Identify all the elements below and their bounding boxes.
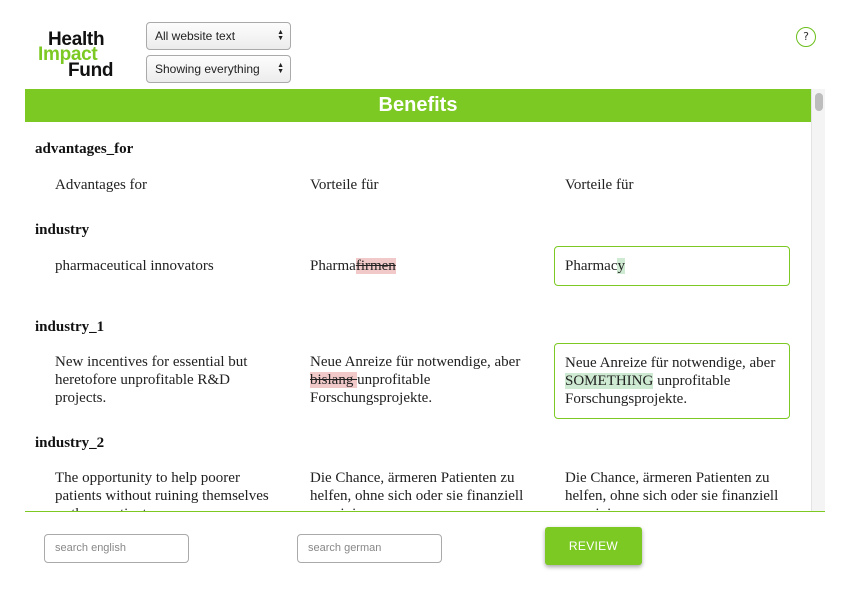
scrollbar[interactable] [811, 89, 825, 511]
select-arrows-icon: ▲ ▼ [277, 29, 284, 42]
german-unchanged-segment: Neue Anreize für notwendige, aber [310, 354, 521, 370]
section-title: Benefits [25, 89, 811, 122]
question-mark-icon: ? [803, 30, 809, 43]
inserted-segment: SOMETHING [565, 373, 654, 389]
edit-unchanged-segment: Pharmac [565, 258, 618, 274]
search-english-input[interactable]: search english [44, 534, 189, 563]
german-edit-field[interactable]: Neue Anreize für notwendige, aber SOMETH… [554, 343, 790, 419]
entry-key: industry_2 [35, 435, 105, 451]
german-original-text: Die Chance, ärmeren Patienten zu helfen,… [310, 470, 524, 511]
deleted-segment: firmen [355, 258, 396, 274]
text-scope-select[interactable]: All website text ▲ ▼ [146, 22, 291, 50]
german-unchanged-segment: Pharma [310, 258, 356, 274]
translation-panel[interactable]: Benefits advantages_for Advantages for V… [25, 89, 825, 512]
english-text: The opportunity to help poorer patients … [55, 470, 269, 511]
inserted-segment: y [617, 258, 625, 274]
visibility-select[interactable]: Showing everything ▲ ▼ [146, 55, 291, 83]
entry-key: industry [35, 222, 90, 238]
german-edit-field[interactable]: Pharmacy [554, 246, 790, 286]
german-original-text: Neue Anreize für notwendige, aber bislan… [310, 353, 530, 407]
help-button[interactable]: ? [796, 27, 816, 47]
search-german-input[interactable]: search german [297, 534, 442, 563]
review-button[interactable]: REVIEW [545, 527, 642, 565]
logo-word-fund: Fund [68, 60, 114, 81]
visibility-value: Showing everything [155, 62, 260, 76]
entry-key: industry_1 [35, 319, 105, 335]
deleted-segment: bislang [310, 372, 358, 388]
german-original-text: Pharmafirmen [310, 257, 530, 275]
german-edit-text[interactable]: Die Chance, ärmeren Patienten zu helfen,… [565, 469, 785, 511]
health-impact-fund-logo: Health Impact Fund [38, 30, 128, 82]
german-edit-text[interactable]: Vorteile für [565, 176, 785, 194]
german-original-text: Vorteile für [310, 177, 379, 193]
text-scope-value: All website text [155, 29, 236, 43]
english-text: pharmaceutical innovators [55, 258, 214, 274]
english-text: New incentives for essential but heretof… [55, 354, 248, 406]
entry-key: advantages_for [35, 141, 134, 157]
english-text: Advantages for [55, 177, 148, 193]
select-arrows-icon: ▲ ▼ [277, 62, 284, 75]
edit-unchanged-segment: Neue Anreize für notwendige, aber [565, 355, 776, 371]
scrollbar-thumb[interactable] [815, 93, 823, 111]
